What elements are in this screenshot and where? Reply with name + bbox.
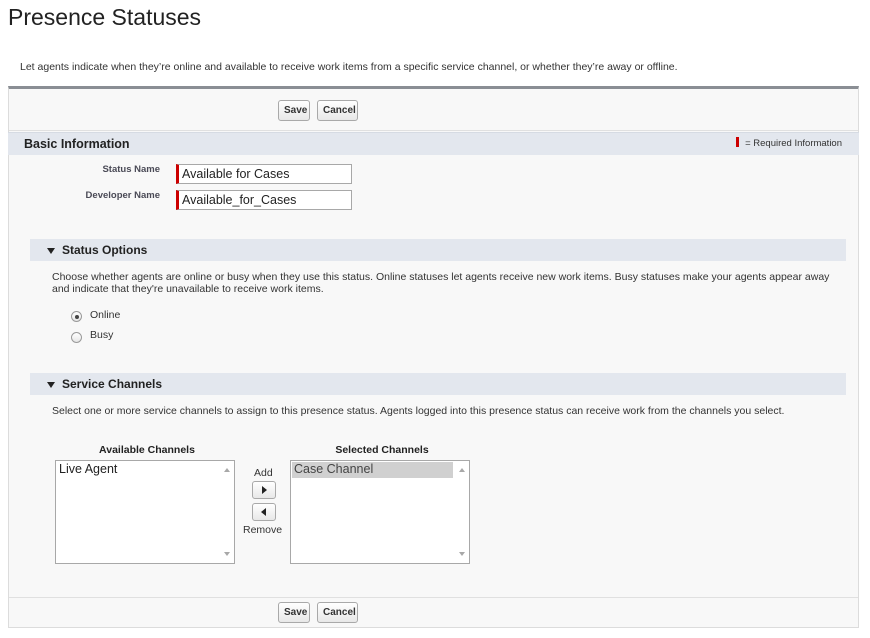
top-divider xyxy=(9,130,858,131)
selected-channels-list[interactable]: Case Channel xyxy=(290,460,470,564)
service-channels-description: Select one or more service channels to a… xyxy=(52,405,785,417)
arrow-left-icon xyxy=(261,508,266,516)
required-marker-icon xyxy=(736,137,740,147)
scroll-up-icon[interactable] xyxy=(459,468,465,472)
add-button[interactable] xyxy=(252,481,276,499)
list-item[interactable]: Case Channel xyxy=(292,462,453,478)
section-title: Basic Information xyxy=(24,137,130,151)
service-channels-title: Service Channels xyxy=(62,377,163,391)
status-name-label: Status Name xyxy=(102,164,160,175)
available-channels-label: Available Channels xyxy=(99,444,195,456)
page-description: Let agents indicate when they’re online … xyxy=(20,61,678,73)
scroll-down-icon[interactable] xyxy=(224,552,230,556)
remove-label: Remove xyxy=(243,524,283,536)
online-label: Online xyxy=(90,309,121,321)
required-legend: = Required Information xyxy=(736,137,842,149)
cancel-button-bottom[interactable]: Cancel xyxy=(317,602,358,623)
list-item[interactable]: Live Agent xyxy=(57,462,218,478)
developer-name-input[interactable] xyxy=(176,190,352,210)
scroll-up-icon[interactable] xyxy=(224,468,230,472)
service-channels-header[interactable]: Service Channels xyxy=(30,373,846,395)
online-radio[interactable] xyxy=(71,311,82,322)
selected-channels-label: Selected Channels xyxy=(335,444,429,456)
status-options-title: Status Options xyxy=(62,243,148,257)
available-channels-list[interactable]: Live Agent xyxy=(55,460,235,564)
status-options-description: Choose whether agents are online or busy… xyxy=(52,271,830,295)
busy-radio[interactable] xyxy=(71,332,82,343)
cancel-button-top[interactable]: Cancel xyxy=(317,100,358,121)
busy-label: Busy xyxy=(90,329,114,341)
page-title: Presence Statuses xyxy=(8,4,202,30)
status-name-input[interactable] xyxy=(176,164,352,184)
add-label: Add xyxy=(254,467,273,479)
save-button-top[interactable]: Save xyxy=(278,100,310,121)
bottom-divider xyxy=(9,597,858,598)
remove-button[interactable] xyxy=(252,503,276,521)
scroll-down-icon[interactable] xyxy=(459,552,465,556)
collapse-triangle-icon xyxy=(47,248,55,254)
collapse-triangle-icon xyxy=(47,382,55,388)
developer-name-label: Developer Name xyxy=(85,190,160,201)
status-options-header[interactable]: Status Options xyxy=(30,239,846,261)
save-button-bottom[interactable]: Save xyxy=(278,602,310,623)
arrow-right-icon xyxy=(262,486,267,494)
basic-information-header: Basic Information = Required Information xyxy=(8,132,859,155)
